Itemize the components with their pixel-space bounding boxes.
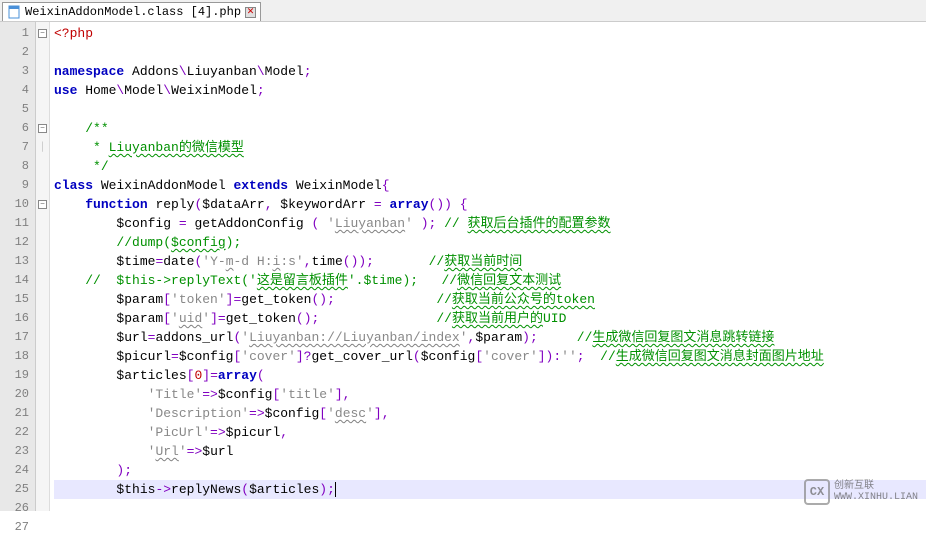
code-line[interactable]: $articles[0]=array( (54, 366, 926, 385)
fold-marker[interactable] (36, 290, 49, 309)
fold-column: −−│− (36, 22, 50, 511)
code-line[interactable]: $param['token']=get_token(); //获取当前公众号的t… (54, 290, 926, 309)
fold-marker[interactable] (36, 81, 49, 100)
fold-marker[interactable] (36, 499, 49, 518)
line-number: 6 (0, 119, 29, 138)
fold-marker[interactable] (36, 442, 49, 461)
code-line[interactable] (54, 499, 926, 511)
line-number: 16 (0, 309, 29, 328)
fold-marker[interactable] (36, 252, 49, 271)
fold-marker[interactable] (36, 461, 49, 480)
fold-marker[interactable] (36, 214, 49, 233)
code-line[interactable]: //dump($config); (54, 233, 926, 252)
file-tab[interactable]: WeixinAddonModel.class [4].php ✕ (2, 2, 261, 21)
line-number: 8 (0, 157, 29, 176)
code-area[interactable]: <?php namespace Addons\Liuyanban\Model;us… (50, 22, 926, 511)
line-number: 21 (0, 404, 29, 423)
code-line[interactable]: $param['uid']=get_token(); //获取当前用户的UID (54, 309, 926, 328)
line-number: 20 (0, 385, 29, 404)
line-number: 14 (0, 271, 29, 290)
fold-marker[interactable] (36, 271, 49, 290)
fold-marker[interactable] (36, 518, 49, 537)
fold-marker[interactable] (36, 423, 49, 442)
line-number: 26 (0, 499, 29, 518)
code-line[interactable]: // $this->replyText('这是留言板插件'.$time); //… (54, 271, 926, 290)
watermark-text-2: WWW.XINHU.LIAN (834, 492, 918, 503)
line-number: 19 (0, 366, 29, 385)
code-line[interactable]: $this->replyNews($articles); (54, 480, 926, 499)
file-icon (7, 5, 21, 19)
fold-marker[interactable]: │ (36, 138, 49, 157)
fold-marker[interactable] (36, 347, 49, 366)
line-number: 4 (0, 81, 29, 100)
line-number: 3 (0, 62, 29, 81)
code-line[interactable]: function reply($dataArr, $keywordArr = a… (54, 195, 926, 214)
code-line[interactable]: ); (54, 461, 926, 480)
fold-marker[interactable] (36, 480, 49, 499)
line-number: 13 (0, 252, 29, 271)
code-line[interactable]: <?php (54, 24, 926, 43)
line-number: 2 (0, 43, 29, 62)
line-number: 12 (0, 233, 29, 252)
line-number: 22 (0, 423, 29, 442)
line-number: 24 (0, 461, 29, 480)
fold-marker[interactable]: − (36, 195, 49, 214)
code-line[interactable]: 'PicUrl'=>$picurl, (54, 423, 926, 442)
fold-marker[interactable] (36, 309, 49, 328)
fold-marker[interactable] (36, 176, 49, 195)
code-line[interactable]: 'Url'=>$url (54, 442, 926, 461)
code-line[interactable]: namespace Addons\Liuyanban\Model; (54, 62, 926, 81)
watermark-logo-icon: CX (804, 479, 830, 505)
fold-marker[interactable] (36, 233, 49, 252)
tab-filename: WeixinAddonModel.class [4].php (25, 5, 241, 19)
line-number: 5 (0, 100, 29, 119)
code-line[interactable]: /** (54, 119, 926, 138)
fold-marker[interactable] (36, 366, 49, 385)
code-line[interactable]: */ (54, 157, 926, 176)
code-editor[interactable]: 1234567891011121314151617181920212223242… (0, 22, 926, 511)
line-number: 9 (0, 176, 29, 195)
line-number: 25 (0, 480, 29, 499)
fold-marker[interactable] (36, 100, 49, 119)
fold-marker[interactable]: − (36, 119, 49, 138)
line-number: 27 (0, 518, 29, 537)
fold-marker[interactable]: − (36, 24, 49, 43)
line-number-gutter: 1234567891011121314151617181920212223242… (0, 22, 36, 511)
fold-marker[interactable] (36, 157, 49, 176)
code-line[interactable]: use Home\Model\WeixinModel; (54, 81, 926, 100)
line-number: 11 (0, 214, 29, 233)
code-line[interactable]: * Liuyanban的微信模型 (54, 138, 926, 157)
line-number: 10 (0, 195, 29, 214)
code-line[interactable]: 'Title'=>$config['title'], (54, 385, 926, 404)
watermark: CX 创新互联 WWW.XINHU.LIAN (804, 479, 918, 505)
line-number: 7 (0, 138, 29, 157)
watermark-text-1: 创新互联 (834, 481, 918, 492)
line-number: 15 (0, 290, 29, 309)
fold-marker[interactable] (36, 404, 49, 423)
code-line[interactable] (54, 43, 926, 62)
tab-close-icon[interactable]: ✕ (245, 7, 256, 18)
code-line[interactable] (54, 100, 926, 119)
code-line[interactable]: 'Description'=>$config['desc'], (54, 404, 926, 423)
code-line[interactable]: $url=addons_url('Liuyanban://Liuyanban/i… (54, 328, 926, 347)
fold-marker[interactable] (36, 385, 49, 404)
line-number: 17 (0, 328, 29, 347)
tab-bar: WeixinAddonModel.class [4].php ✕ (0, 0, 926, 22)
fold-marker[interactable] (36, 328, 49, 347)
fold-marker[interactable] (36, 43, 49, 62)
line-number: 18 (0, 347, 29, 366)
code-line[interactable]: $config = getAddonConfig ( 'Liuyanban' )… (54, 214, 926, 233)
line-number: 1 (0, 24, 29, 43)
code-line[interactable]: $time=date('Y-m-d H:i:s',time()); //获取当前… (54, 252, 926, 271)
line-number: 23 (0, 442, 29, 461)
code-line[interactable]: $picurl=$config['cover']?get_cover_url($… (54, 347, 926, 366)
code-line[interactable]: class WeixinAddonModel extends WeixinMod… (54, 176, 926, 195)
fold-marker[interactable] (36, 62, 49, 81)
